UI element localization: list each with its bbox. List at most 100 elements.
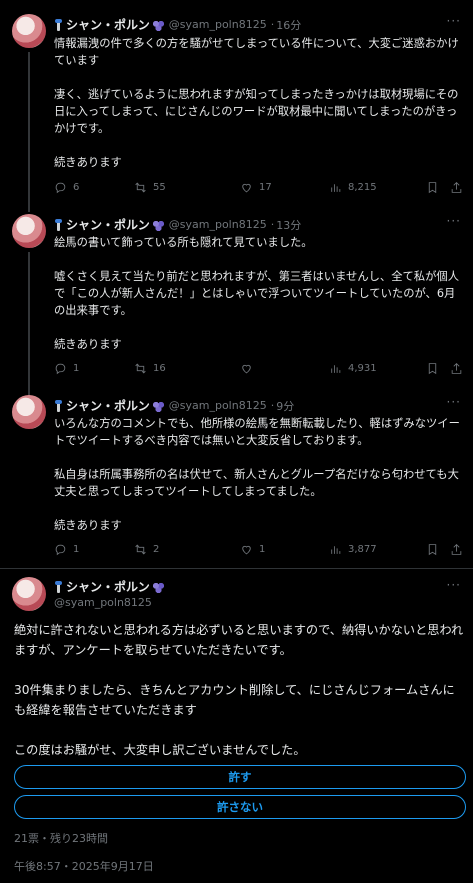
key-icon [54,399,63,412]
tweet-time-sep: · [270,18,275,31]
share-icon [451,181,462,193]
tweet-time[interactable]: 9分 [276,398,294,414]
retweet-count: 55 [153,181,166,193]
poll-meta: 21票・残り23時間 [14,832,108,845]
bookmark-icon [428,543,437,555]
retweet-button[interactable]: 2 [134,543,159,556]
grape-icon [151,580,165,593]
tweet-text: 情報漏洩の件で多くの方を騒がせてしまっている件について、大変ご迷惑おかけています… [54,37,459,169]
tweet-text: 絵馬の書いて飾っている所も隠れて見ていました。 嘘くさく見えて当たり前だと思われ… [54,236,459,351]
heart-icon [242,364,251,373]
retweet-icon [135,544,146,554]
bookmark-icon [428,362,437,374]
avatar[interactable] [12,395,46,429]
tweet-time[interactable]: 13分 [276,217,301,233]
views-button[interactable]: 3,877 [329,543,377,556]
author-name[interactable]: シャン・ポルン [66,578,150,595]
thread: シャン・ポルン @syam_poln8125 · 16分 ··· 情報漏洩の件で… [0,0,473,883]
views-count: 3,877 [348,543,377,555]
bookmark-button[interactable] [426,362,445,375]
more-icon[interactable]: ··· [447,395,461,409]
tweet-time-sep: · [270,218,275,231]
tweet-time[interactable]: 16分 [276,17,301,33]
bookmark-button[interactable] [426,181,445,194]
bookmark-icon [428,181,437,193]
tweet-text: いろんな方のコメントでも、他所様の絵馬を無断転載したり、軽はずみなツイートでツイ… [54,417,460,532]
reply-icon [55,182,66,193]
like-button[interactable] [240,362,259,375]
reply-count: 1 [73,362,80,374]
bar-chart-icon [331,364,341,373]
author-handle-row: @syam_poln8125 [54,596,152,609]
tweet-header: シャン・ポルン [54,578,165,595]
tweet-timestamp[interactable]: 午後8:57・2025年9月17日 [14,858,154,874]
author-handle[interactable]: @syam_poln8125 [169,18,267,31]
author-handle[interactable]: @syam_poln8125 [169,399,267,412]
grape-icon [151,218,165,231]
retweet-count: 16 [153,362,166,374]
retweet-button[interactable]: 16 [134,362,166,375]
key-icon [54,218,63,231]
views-button[interactable]: 4,931 [329,362,377,375]
tweet-actions: 1 16 4,931 [54,359,464,377]
share-icon [451,543,462,555]
key-icon [54,18,63,31]
share-button[interactable] [450,362,469,375]
share-icon [451,362,462,374]
avatar[interactable] [12,577,46,611]
avatar[interactable] [12,214,46,248]
retweet-icon [135,182,146,192]
reply-button[interactable]: 6 [54,181,79,194]
thread-line [28,52,30,212]
reply-icon [55,363,66,374]
main-tweet-text: 絶対に許されないと思われる方は必ずいると思いますので、納得いかないと思われますが… [14,623,464,757]
like-button[interactable]: 1 [240,543,265,556]
tweet-header: シャン・ポルン @syam_poln8125 · 13分 [54,216,301,233]
tweet-actions: 1 2 1 3,877 [54,540,464,558]
views-count: 8,215 [348,181,377,193]
grape-icon [151,399,165,412]
reply-icon [55,544,66,555]
reply-button[interactable]: 1 [54,362,79,375]
heart-icon [242,545,251,554]
reply-count: 1 [73,543,80,555]
tweet-1[interactable]: シャン・ポルン @syam_poln8125 · 16分 ··· 情報漏洩の件で… [0,0,473,212]
avatar[interactable] [12,14,46,48]
share-button[interactable] [450,543,469,556]
author-name[interactable]: シャン・ポルン [66,16,150,33]
like-count: 1 [259,543,266,555]
more-icon[interactable]: ··· [447,14,461,28]
like-button[interactable]: 17 [240,181,272,194]
author-name[interactable]: シャン・ポルン [66,397,150,414]
bookmark-button[interactable] [426,543,445,556]
more-icon[interactable]: ··· [447,214,461,228]
share-button[interactable] [450,181,469,194]
views-count: 4,931 [348,362,377,374]
reply-button[interactable]: 1 [54,543,79,556]
author-name[interactable]: シャン・ポルン [66,216,150,233]
retweet-count: 2 [153,543,160,555]
grape-icon [151,18,165,31]
author-handle[interactable]: @syam_poln8125 [54,596,152,609]
bar-chart-icon [331,545,341,554]
views-button[interactable]: 8,215 [329,181,377,194]
retweet-button[interactable]: 55 [134,181,166,194]
tweet-actions: 6 55 17 8,215 [54,178,464,196]
reply-count: 6 [73,181,80,193]
like-count: 17 [259,181,272,193]
tweet-3[interactable]: シャン・ポルン @syam_poln8125 · 9分 ··· いろんな方のコメ… [0,393,473,568]
more-icon[interactable]: ··· [447,578,461,592]
thread-line [28,252,30,397]
heart-icon [242,183,251,192]
poll-option-not-forgive[interactable]: 許さない [14,795,466,819]
bar-chart-icon [331,183,341,192]
main-tweet: シャン・ポルン @syam_poln8125 ··· 絶対に許されないと思われる… [0,568,473,883]
tweet-header: シャン・ポルン @syam_poln8125 · 16分 [54,16,301,33]
poll-option-forgive[interactable]: 許す [14,765,466,789]
tweet-header: シャン・ポルン @syam_poln8125 · 9分 [54,397,294,414]
tweet-2[interactable]: シャン・ポルン @syam_poln8125 · 13分 ··· 絵馬の書いて飾… [0,212,473,397]
author-handle[interactable]: @syam_poln8125 [169,218,267,231]
retweet-icon [135,363,146,373]
tweet-time-sep: · [270,399,275,412]
key-icon [54,580,63,593]
